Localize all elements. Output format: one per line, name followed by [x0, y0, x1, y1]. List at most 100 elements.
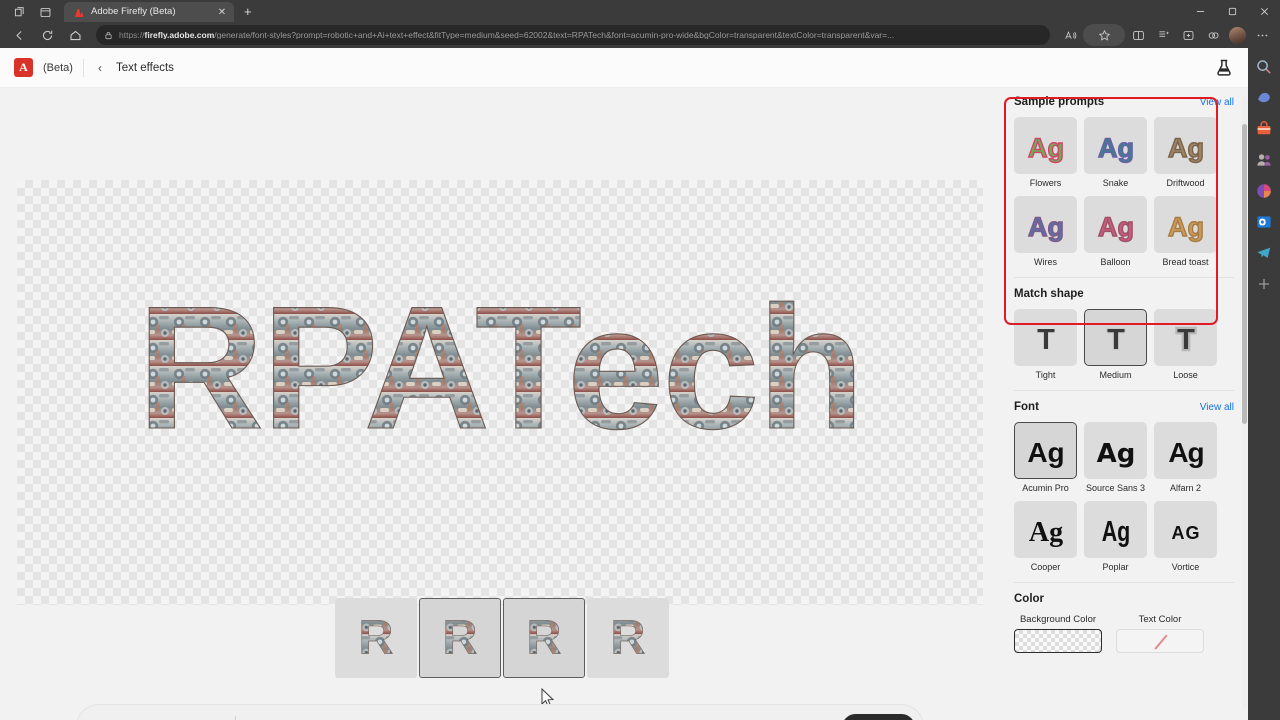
- font-poplar[interactable]: Ag Poplar: [1084, 501, 1147, 580]
- sample-prompt-balloon[interactable]: Ag Balloon: [1084, 196, 1147, 275]
- sample-prompt-thumb[interactable]: Ag: [1154, 196, 1217, 253]
- workspace: RPATech R R R R Sample prompts View all …: [0, 88, 1248, 720]
- svg-text:Ag: Ag: [1101, 515, 1130, 547]
- sample-prompt-flowers[interactable]: Ag Flowers: [1014, 117, 1077, 196]
- font-source-sans-3[interactable]: Ag Source Sans 3: [1084, 422, 1147, 501]
- match-shape-thumb-selected[interactable]: T: [1084, 309, 1147, 366]
- text-color-swatch[interactable]: [1116, 629, 1204, 653]
- font-title: Font: [1014, 401, 1039, 413]
- font-cooper[interactable]: Ag Cooper: [1014, 501, 1077, 580]
- match-shape-grid: T Tight T Medium T Loose: [1014, 309, 1234, 388]
- font-thumb[interactable]: AG: [1154, 501, 1217, 558]
- match-shape-label: Loose: [1173, 370, 1198, 380]
- font-alfarn-2[interactable]: Ag Alfarn 2: [1154, 422, 1217, 501]
- office-icon[interactable]: [1255, 182, 1273, 200]
- browser-essentials-icon[interactable]: [1201, 24, 1225, 46]
- adobe-firefly-logo[interactable]: A: [14, 58, 33, 77]
- variation-thumbnail-2[interactable]: R: [419, 598, 501, 678]
- avatar[interactable]: [1229, 26, 1246, 44]
- font-thumb[interactable]: Ag: [1084, 501, 1147, 558]
- match-shape-tight[interactable]: T Tight: [1014, 309, 1077, 388]
- browser-tab-firefly[interactable]: Adobe Firefly (Beta) ✕: [64, 2, 234, 22]
- font-acumin-pro[interactable]: Ag Acumin Pro: [1014, 422, 1077, 501]
- font-thumb-selected[interactable]: Ag: [1014, 422, 1077, 479]
- beta-label: (Beta): [43, 61, 73, 74]
- variation-thumbnail-3[interactable]: R: [503, 598, 585, 678]
- firefly-favicon: [73, 6, 85, 18]
- url-domain: firefly.adobe.com: [144, 30, 215, 40]
- svg-text:R: R: [611, 610, 646, 664]
- browser-window: Adobe Firefly (Beta) ✕ + https://firefly…: [0, 0, 1280, 720]
- sample-prompts-grid: Ag Flowers Ag Snake Ag Driftwood Ag Wire…: [1014, 117, 1234, 275]
- shopping-icon[interactable]: [1255, 120, 1273, 138]
- svg-text:Ag: Ag: [1027, 437, 1064, 468]
- match-shape-thumb[interactable]: T: [1014, 309, 1077, 366]
- color-title: Color: [1014, 593, 1045, 605]
- sample-prompt-driftwood[interactable]: Ag Driftwood: [1154, 117, 1217, 196]
- back-chevron-icon[interactable]: ‹: [94, 61, 106, 75]
- sample-prompt-thumb[interactable]: Ag: [1154, 117, 1217, 174]
- new-tab-button[interactable]: +: [244, 4, 252, 22]
- match-shape-thumb[interactable]: T: [1154, 309, 1217, 366]
- telegram-icon[interactable]: [1255, 244, 1273, 262]
- add-sidebar-icon[interactable]: [1255, 275, 1273, 293]
- match-shape-section: Match shape T Tight T Medium T Loose: [1014, 288, 1234, 388]
- background-color-swatch[interactable]: [1014, 629, 1102, 653]
- contacts-icon[interactable]: [1255, 151, 1273, 169]
- match-shape-medium[interactable]: T Medium: [1084, 309, 1147, 388]
- font-thumb[interactable]: Ag: [1014, 501, 1077, 558]
- svg-text:Ag: Ag: [1028, 212, 1064, 242]
- sample-prompt-thumb[interactable]: Ag: [1084, 117, 1147, 174]
- font-thumb[interactable]: Ag: [1154, 422, 1217, 479]
- variation-thumbnail-4[interactable]: R: [587, 598, 669, 678]
- tab-actions-icon[interactable]: [32, 2, 58, 22]
- add-to-collections-icon[interactable]: [1176, 24, 1200, 46]
- sample-prompts-view-all[interactable]: View all: [1200, 97, 1234, 108]
- panel-scrollbar-thumb[interactable]: [1242, 124, 1247, 424]
- font-label: Vortice: [1171, 562, 1200, 572]
- url-path: /generate/font-styles?prompt=robotic+and…: [214, 30, 895, 40]
- font-view-all[interactable]: View all: [1200, 402, 1234, 413]
- page-title: Text effects: [115, 61, 174, 74]
- options-panel: Sample prompts View all Ag Flowers Ag Sn…: [1000, 88, 1248, 720]
- address-bar[interactable]: https://firefly.adobe.com/generate/font-…: [96, 25, 1050, 45]
- beaker-icon[interactable]: [1214, 58, 1234, 78]
- copilot-icon[interactable]: [1255, 89, 1273, 107]
- panel-divider: [1014, 582, 1234, 583]
- sample-prompt-thumb[interactable]: Ag: [1084, 196, 1147, 253]
- sample-prompt-label: Driftwood: [1166, 178, 1205, 188]
- prompt-bar-divider: [235, 716, 237, 720]
- sample-prompt-bread-toast[interactable]: Ag Bread toast: [1154, 196, 1217, 275]
- home-icon[interactable]: [62, 24, 88, 46]
- font-vortice[interactable]: AG Vortice: [1154, 501, 1217, 580]
- variation-thumbnail-1[interactable]: R: [335, 598, 417, 678]
- svg-text:Ag: Ag: [1168, 133, 1204, 163]
- collections-icon[interactable]: [1151, 24, 1175, 46]
- url-text: https://firefly.adobe.com/generate/font-…: [119, 31, 1042, 40]
- settings-more-icon[interactable]: [1250, 24, 1274, 46]
- sample-prompt-wires[interactable]: Ag Wires: [1014, 196, 1077, 275]
- read-aloud-icon[interactable]: [1058, 24, 1082, 46]
- refresh-button[interactable]: Refresh: [842, 713, 915, 720]
- workspaces-icon[interactable]: [6, 2, 32, 22]
- minimize-button[interactable]: [1184, 0, 1216, 22]
- search-icon[interactable]: [1255, 58, 1273, 76]
- close-button[interactable]: [1248, 0, 1280, 22]
- maximize-button[interactable]: [1216, 0, 1248, 22]
- sample-prompt-label: Snake: [1102, 178, 1129, 188]
- sample-prompt-thumb[interactable]: Ag: [1014, 117, 1077, 174]
- font-thumb[interactable]: Ag: [1084, 422, 1147, 479]
- reload-icon[interactable]: [34, 24, 60, 46]
- star-icon[interactable]: [1083, 24, 1125, 46]
- tab-close-icon[interactable]: ✕: [216, 7, 228, 18]
- sample-prompt-snake[interactable]: Ag Snake: [1084, 117, 1147, 196]
- color-controls: Background Color Text Color: [1014, 614, 1234, 653]
- text-color-control: Text Color: [1116, 614, 1204, 653]
- svg-text:Ag: Ag: [1096, 439, 1135, 469]
- match-shape-loose[interactable]: T Loose: [1154, 309, 1217, 388]
- back-arrow-icon[interactable]: [6, 24, 32, 46]
- outlook-icon[interactable]: [1255, 213, 1273, 231]
- sample-prompt-thumb[interactable]: Ag: [1014, 196, 1077, 253]
- split-screen-icon[interactable]: [1126, 24, 1150, 46]
- sample-prompts-title: Sample prompts: [1014, 96, 1105, 108]
